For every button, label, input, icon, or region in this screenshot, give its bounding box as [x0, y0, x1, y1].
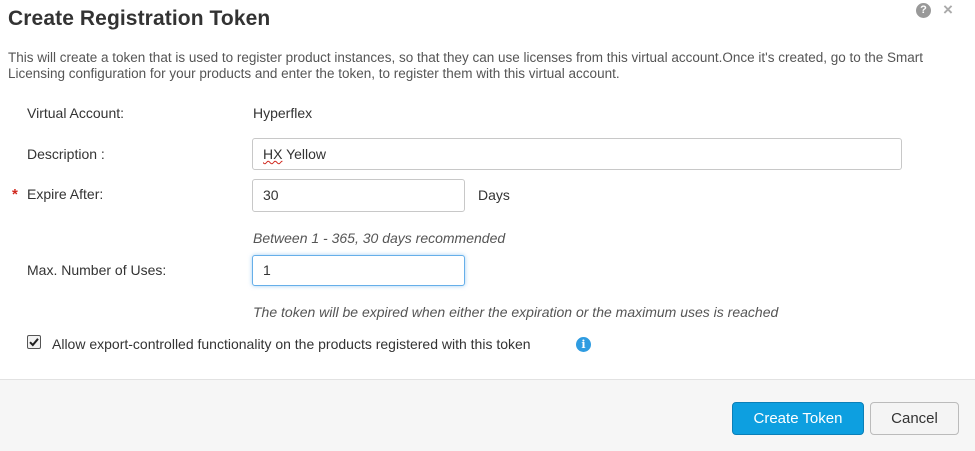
create-token-button[interactable]: Create Token	[732, 402, 864, 435]
max-uses-label: Max. Number of Uses:	[27, 262, 167, 278]
dialog-title: Create Registration Token	[8, 7, 271, 30]
expire-after-unit: Days	[478, 187, 510, 203]
cancel-button[interactable]: Cancel	[870, 402, 959, 435]
dialog-footer: Create Token Cancel	[0, 379, 975, 451]
help-icon[interactable]: ?	[916, 3, 931, 18]
dialog-description: This will create a token that is used to…	[8, 50, 924, 81]
create-registration-token-dialog: Create Registration Token ? × This will …	[0, 0, 975, 451]
expire-after-label: Expire After:	[27, 186, 104, 202]
max-uses-input[interactable]: 1	[252, 255, 465, 286]
max-uses-hint: The token will be expired when either th…	[253, 304, 779, 320]
expire-after-input[interactable]: 30	[252, 179, 465, 212]
description-label: Description :	[27, 146, 105, 162]
description-value-suffix: Yellow	[282, 146, 327, 162]
checkmark-icon	[29, 338, 39, 347]
export-controlled-label[interactable]: Allow export-controlled functionality on…	[52, 336, 531, 352]
close-icon[interactable]: ×	[943, 0, 953, 20]
virtual-account-value: Hyperflex	[253, 105, 313, 121]
description-input[interactable]: HX Yellow	[252, 138, 902, 170]
info-icon[interactable]: i	[576, 337, 591, 352]
export-controlled-checkbox[interactable]	[27, 335, 41, 349]
required-marker: *	[12, 186, 18, 203]
expire-after-hint: Between 1 - 365, 30 days recommended	[253, 230, 506, 246]
description-value-prefix: HX	[263, 146, 283, 162]
virtual-account-label: Virtual Account:	[27, 105, 125, 121]
